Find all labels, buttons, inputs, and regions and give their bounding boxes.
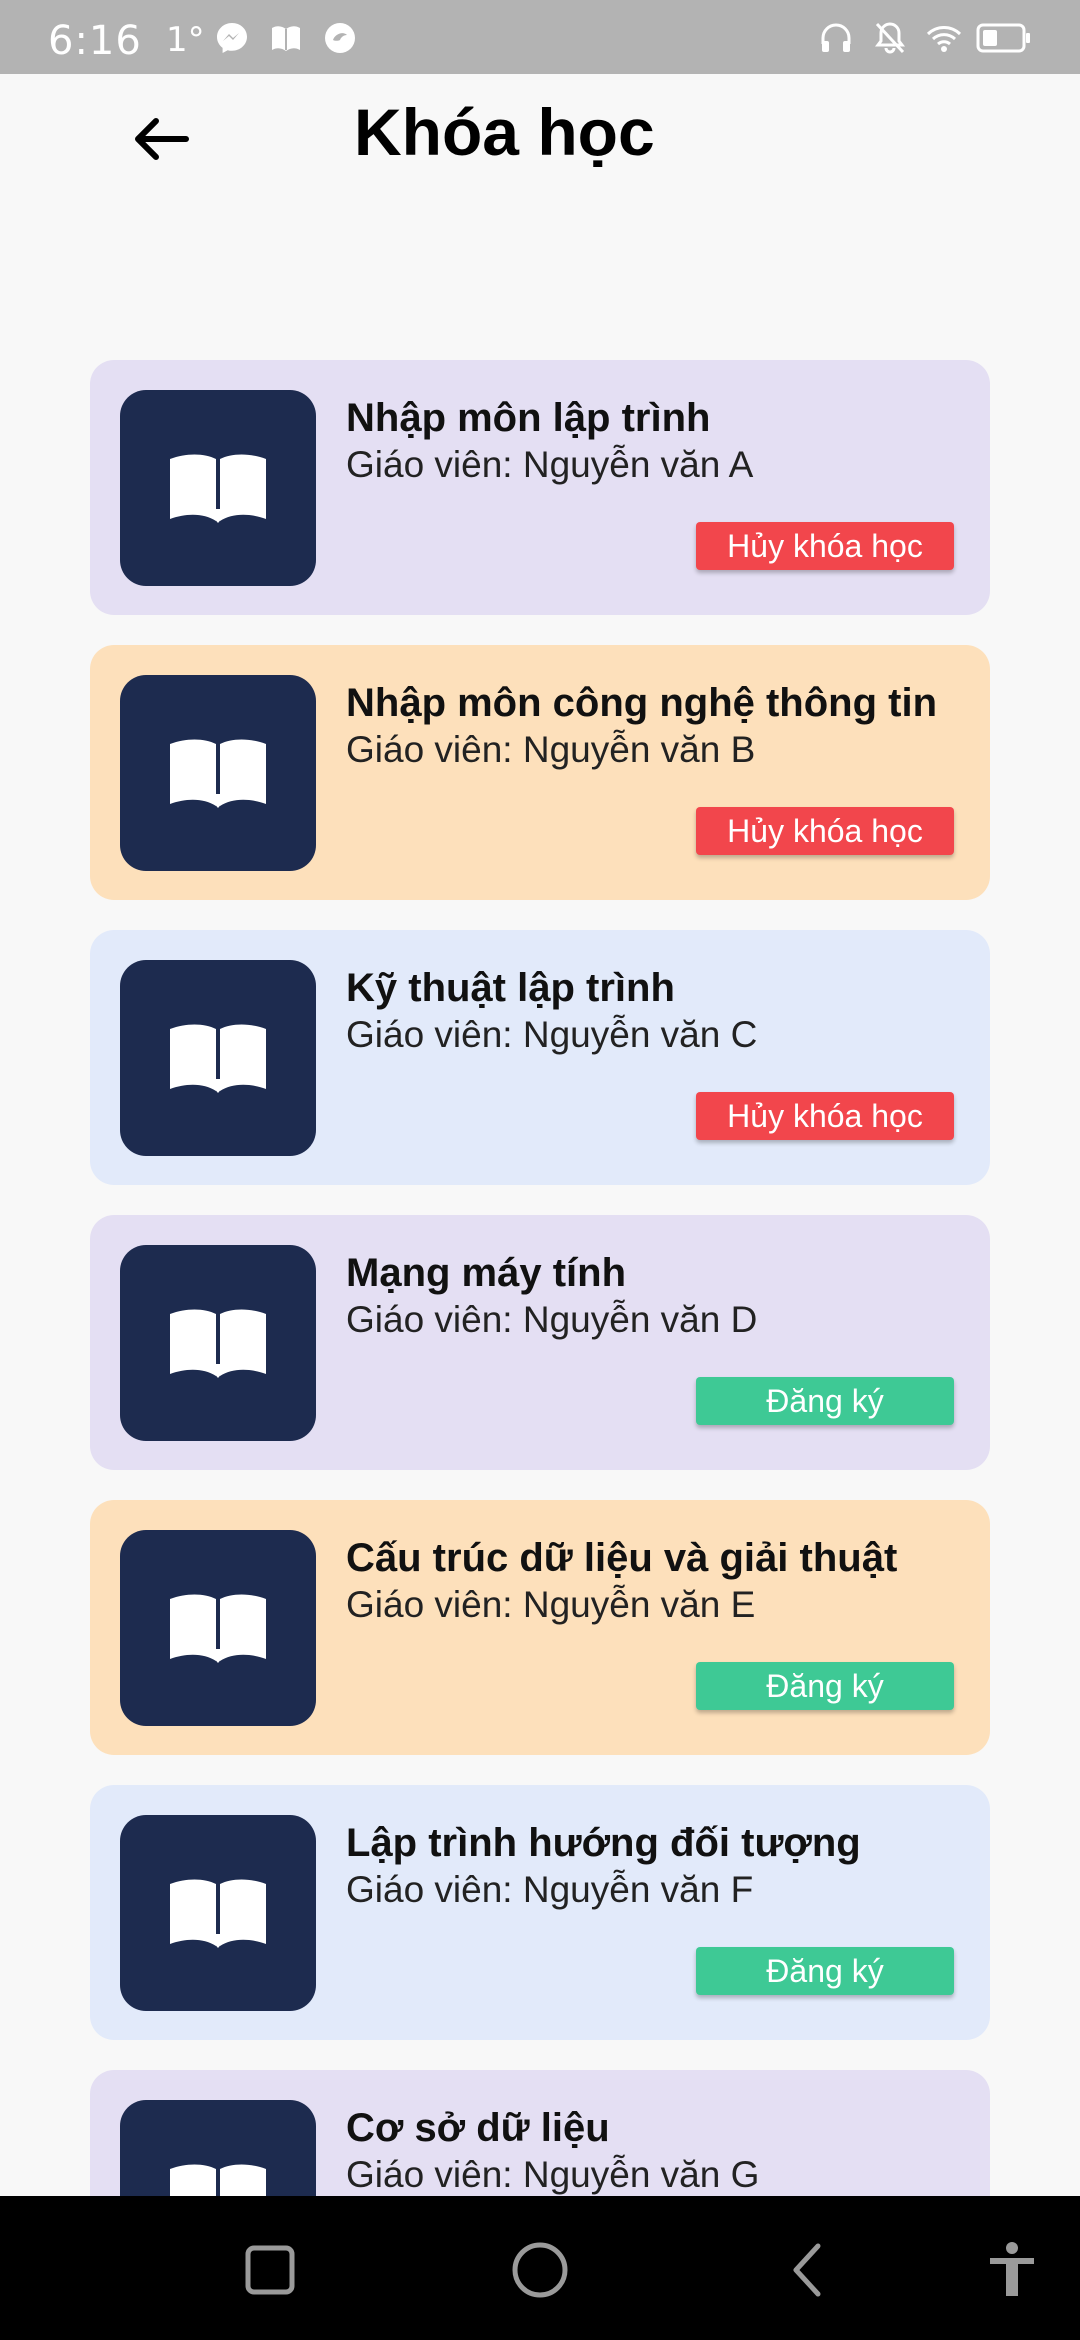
cancel-course-button[interactable]: Hủy khóa học [696,522,954,570]
course-card[interactable]: Cấu trúc dữ liệu và giải thuật Giáo viên… [90,1500,990,1755]
cancel-course-button[interactable]: Hủy khóa học [696,807,954,855]
messenger-icon [217,23,247,53]
course-thumbnail [120,1815,316,2011]
accessibility-icon[interactable] [982,2240,1042,2300]
course-teacher: Giáo viên: Nguyễn văn F [346,1869,754,1910]
navigation-bar [0,2196,1080,2340]
cancel-course-button[interactable]: Hủy khóa học [696,1092,954,1140]
battery-icon [976,23,1030,53]
course-list: Nhập môn lập trình Giáo viên: Nguyễn văn… [90,360,990,2340]
course-name: Lập trình hướng đối tượng [346,1821,861,1865]
back-button[interactable] [120,98,202,180]
course-teacher: Giáo viên: Nguyễn văn G [346,2154,760,2195]
course-name: Cấu trúc dữ liệu và giải thuật [346,1536,898,1580]
screen: 6:16 1° Khóa học Nhập môn lập trình Giáo… [0,0,1080,2340]
wifi-icon [926,26,962,52]
status-bar: 6:16 1° [0,0,1080,74]
course-card[interactable]: Nhập môn lập trình Giáo viên: Nguyễn văn… [90,360,990,615]
course-teacher: Giáo viên: Nguyễn văn A [346,444,754,485]
course-thumbnail [120,390,316,586]
course-teacher: Giáo viên: Nguyễn văn C [346,1014,758,1055]
register-button[interactable]: Đăng ký [696,1662,954,1710]
course-card[interactable]: Lập trình hướng đối tượng Giáo viên: Ngu… [90,1785,990,2040]
course-name: Kỹ thuật lập trình [346,966,675,1010]
page-title: Khóa học [354,95,655,169]
register-button[interactable]: Đăng ký [696,1947,954,1995]
course-thumbnail [120,960,316,1156]
course-name: Nhập môn công nghệ thông tin [346,681,938,725]
app-header: Khóa học [0,74,1080,204]
course-teacher: Giáo viên: Nguyễn văn D [346,1299,758,1340]
arrow-left-icon [135,118,189,160]
course-teacher: Giáo viên: Nguyễn văn B [346,729,756,770]
course-name: Mạng máy tính [346,1251,627,1295]
course-name: Nhập môn lập trình [346,396,711,440]
open-book-icon [170,454,266,523]
muted-bell-icon [875,22,905,54]
course-thumbnail [120,1245,316,1441]
course-card[interactable]: Nhập môn công nghệ thông tin Giáo viên: … [90,645,990,900]
course-name: Cơ sở dữ liệu [346,2106,610,2150]
open-book-icon [170,1879,266,1948]
open-book-icon [170,739,266,808]
open-book-icon [170,1024,266,1093]
chat-bubble-icon [325,23,355,53]
book-icon [272,26,300,51]
headphones-icon [821,23,851,52]
home-icon[interactable] [510,2240,570,2300]
status-time: 6:16 [48,18,142,64]
register-button[interactable]: Đăng ký [696,1377,954,1425]
course-thumbnail [120,1530,316,1726]
open-book-icon [170,1594,266,1663]
course-card[interactable]: Kỹ thuật lập trình Giáo viên: Nguyễn văn… [90,930,990,1185]
course-teacher: Giáo viên: Nguyễn văn E [346,1584,756,1625]
recent-apps-icon[interactable] [240,2240,300,2300]
course-thumbnail [120,675,316,871]
course-card[interactable]: Mạng máy tính Giáo viên: Nguyễn văn D Đă… [90,1215,990,1470]
status-temperature: 1° [166,20,205,60]
back-icon[interactable] [780,2240,840,2300]
open-book-icon [170,1309,266,1378]
